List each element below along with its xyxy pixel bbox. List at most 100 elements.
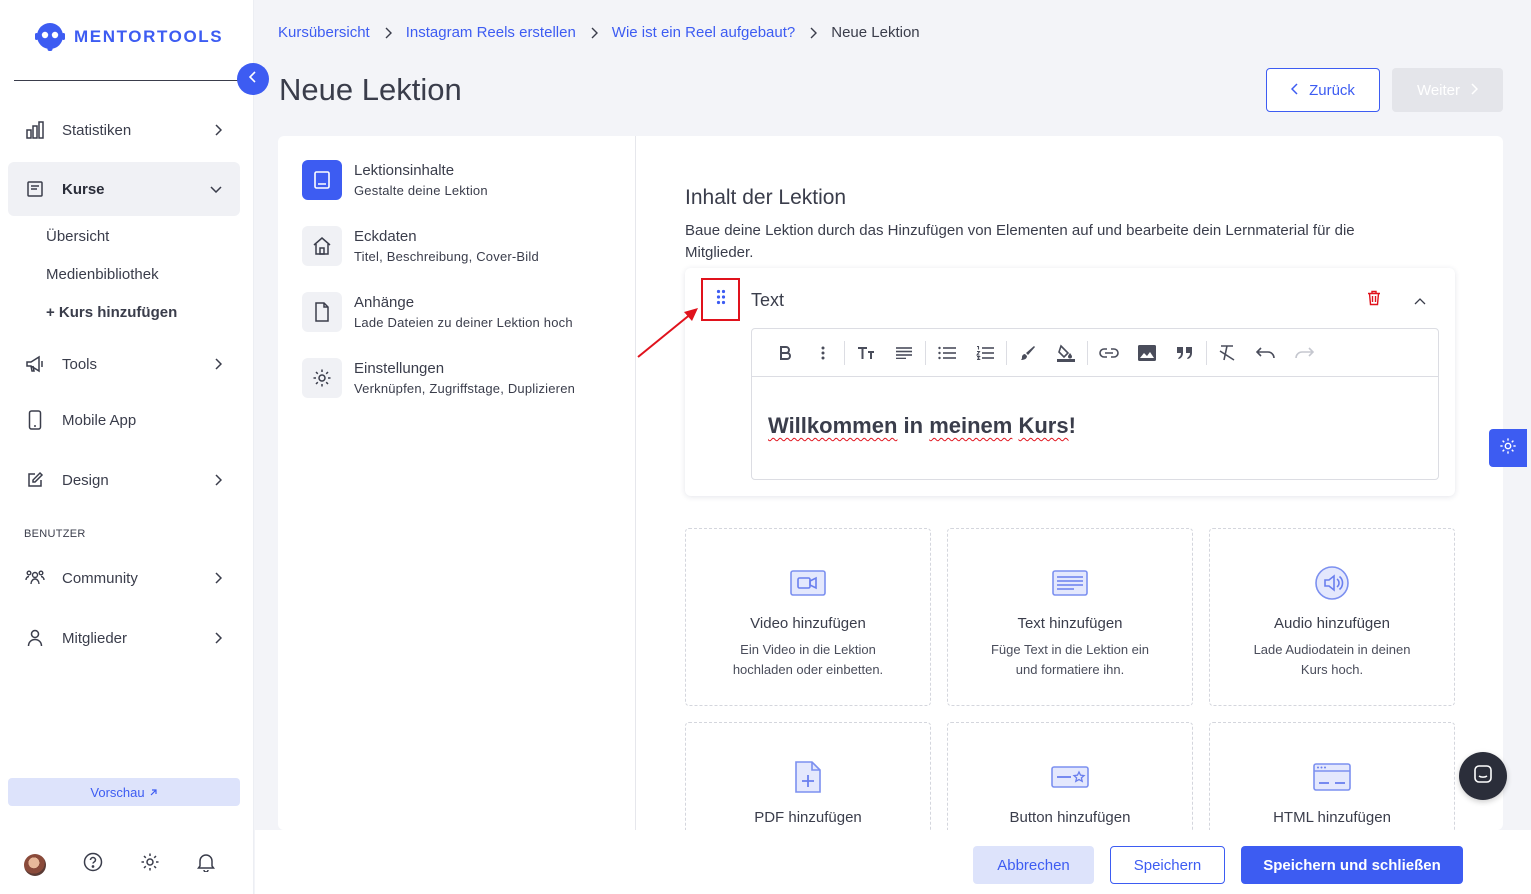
add-pdf-tile[interactable]: PDF hinzufügen [685, 722, 931, 830]
sidebar-item-statistiken[interactable]: Statistiken [8, 103, 240, 157]
chat-button[interactable] [1459, 752, 1507, 800]
bell-icon[interactable] [197, 852, 215, 877]
tile-title: Button hinzufügen [1009, 809, 1131, 826]
add-audio-tile[interactable]: Audio hinzufügen Lade Audiodatein in dei… [1209, 528, 1455, 706]
step-lektionsinhalte[interactable]: Lektionsinhalte Gestalte deine Lektion [302, 160, 488, 200]
sidebar-subitem-kurs-hinzufuegen[interactable]: + Kurs hinzufügen [46, 304, 177, 321]
clear-format-icon[interactable] [1209, 338, 1247, 368]
help-icon[interactable] [83, 852, 103, 877]
annotation-arrow-icon [637, 308, 698, 358]
chevron-right-icon [384, 27, 392, 39]
gear-icon[interactable] [140, 852, 160, 877]
next-button: Weiter [1392, 68, 1503, 112]
align-icon[interactable] [885, 338, 923, 368]
tile-title: Video hinzufügen [750, 615, 866, 632]
sidebar-item-mitglieder[interactable]: Mitglieder [8, 611, 240, 665]
next-label: Weiter [1416, 81, 1461, 99]
undo-icon[interactable] [1247, 338, 1285, 368]
rich-text-editor: Willkommen in meinem Kurs! [751, 328, 1439, 480]
breadcrumb: Kursübersicht Instagram Reels erstellen … [278, 24, 920, 41]
chevron-right-icon [214, 572, 222, 584]
tile-title: Text hinzufügen [1017, 615, 1123, 632]
sidebar-subitem-medienbibliothek[interactable]: Medienbibliothek [46, 266, 159, 283]
sidebar-item-kurse[interactable]: Kurse [8, 162, 240, 216]
logo[interactable]: MENTORTOOLS [34, 22, 223, 52]
trash-icon[interactable] [1367, 290, 1381, 311]
breadcrumb-module[interactable]: Wie ist ein Reel aufgebaut? [612, 24, 795, 41]
editor-toolbar [752, 329, 1438, 377]
home-icon [302, 226, 342, 266]
bold-icon[interactable] [766, 338, 804, 368]
numbered-list-icon[interactable] [966, 338, 1004, 368]
gear-icon [1499, 437, 1517, 460]
brush-icon[interactable] [1009, 338, 1047, 368]
external-link-icon [149, 785, 158, 800]
sidebar-subitem-uebersicht[interactable]: Übersicht [46, 228, 109, 245]
text-icon [1052, 565, 1088, 601]
fill-color-icon[interactable] [1047, 338, 1085, 368]
drag-handle[interactable] [701, 278, 740, 321]
add-text-tile[interactable]: Text hinzufügen Füge Text in die Lektion… [947, 528, 1193, 706]
sidebar-item-mobile-app[interactable]: Mobile App [8, 393, 240, 447]
sidebar-item-tools[interactable]: Tools [8, 337, 240, 391]
preview-button[interactable]: Vorschau [8, 778, 240, 806]
editor-punctuation: ! [1068, 413, 1076, 438]
sidebar-collapse-button[interactable] [237, 63, 269, 95]
chevron-right-icon [214, 632, 222, 644]
bar-chart-icon [24, 119, 46, 141]
more-vertical-icon[interactable] [804, 338, 842, 368]
sidebar-item-community[interactable]: Community [8, 551, 240, 605]
back-label: Zurück [1309, 81, 1355, 99]
add-button-tile[interactable]: Button hinzufügen [947, 722, 1193, 830]
chevron-left-icon [248, 70, 257, 88]
add-html-tile[interactable]: HTML hinzufügen [1209, 722, 1455, 830]
preview-label: Vorschau [90, 784, 145, 800]
gear-icon [302, 358, 342, 398]
editor-word: in [903, 413, 924, 438]
lesson-content: Inhalt der Lektion Baue deine Lektion du… [685, 136, 1455, 830]
breadcrumb-kursuebersicht[interactable]: Kursübersicht [278, 24, 370, 41]
sidebar-item-design[interactable]: Design [8, 453, 240, 507]
page-title: Neue Lektion [279, 72, 462, 107]
mentortools-logo-icon [35, 23, 65, 51]
chevron-right-icon [214, 358, 222, 370]
step-einstellungen[interactable]: Einstellungen Verknüpfen, Zugriffstage, … [302, 358, 575, 398]
phone-icon [24, 409, 46, 431]
add-video-tile[interactable]: Video hinzufügen Ein Video in die Lektio… [685, 528, 931, 706]
editor-content[interactable]: Willkommen in meinem Kurs! [768, 413, 1076, 439]
image-icon[interactable] [1128, 338, 1166, 368]
avatar[interactable] [24, 853, 46, 876]
step-title: Lektionsinhalte [354, 162, 455, 179]
editor-word: meinem [929, 413, 1013, 438]
sidebar-item-label: Mobile App [62, 411, 137, 429]
redo-icon[interactable] [1285, 338, 1323, 368]
step-title: Anhänge [354, 294, 415, 311]
breadcrumb-current: Neue Lektion [831, 24, 920, 41]
save-button[interactable]: Speichern [1110, 846, 1225, 884]
save-and-close-button[interactable]: Speichern und schließen [1241, 846, 1463, 884]
sidebar-footer [24, 852, 215, 877]
sidebar-item-label: Tools [62, 355, 98, 373]
breadcrumb-course[interactable]: Instagram Reels erstellen [406, 24, 576, 41]
sidebar-item-label: Mitglieder [62, 629, 128, 647]
settings-gear-button[interactable] [1489, 429, 1527, 467]
chevron-right-icon [590, 27, 598, 39]
link-icon[interactable] [1090, 338, 1128, 368]
step-eckdaten[interactable]: Eckdaten Titel, Beschreibung, Cover-Bild [302, 226, 539, 266]
quote-icon[interactable] [1166, 338, 1204, 368]
bullet-list-icon[interactable] [928, 338, 966, 368]
cancel-button[interactable]: Abbrechen [973, 846, 1094, 884]
toolbar-divider [1087, 340, 1088, 365]
font-size-icon[interactable] [847, 338, 885, 368]
tile-description: Lade Audiodatein in deinen Kurs hoch. [1253, 642, 1411, 677]
chevron-right-icon [214, 124, 222, 136]
audio-icon [1314, 565, 1350, 601]
tile-title: Audio hinzufügen [1274, 615, 1390, 632]
person-icon [24, 627, 46, 649]
toolbar-divider [1006, 340, 1007, 365]
step-subtitle: Verknüpfen, Zugriffstage, Duplizieren [354, 381, 576, 396]
step-anhaenge[interactable]: Anhänge Lade Dateien zu deiner Lektion h… [302, 292, 573, 332]
back-button[interactable]: Zurück [1266, 68, 1380, 112]
sidebar-item-label: Design [62, 471, 109, 489]
chevron-up-icon[interactable] [1414, 292, 1426, 310]
